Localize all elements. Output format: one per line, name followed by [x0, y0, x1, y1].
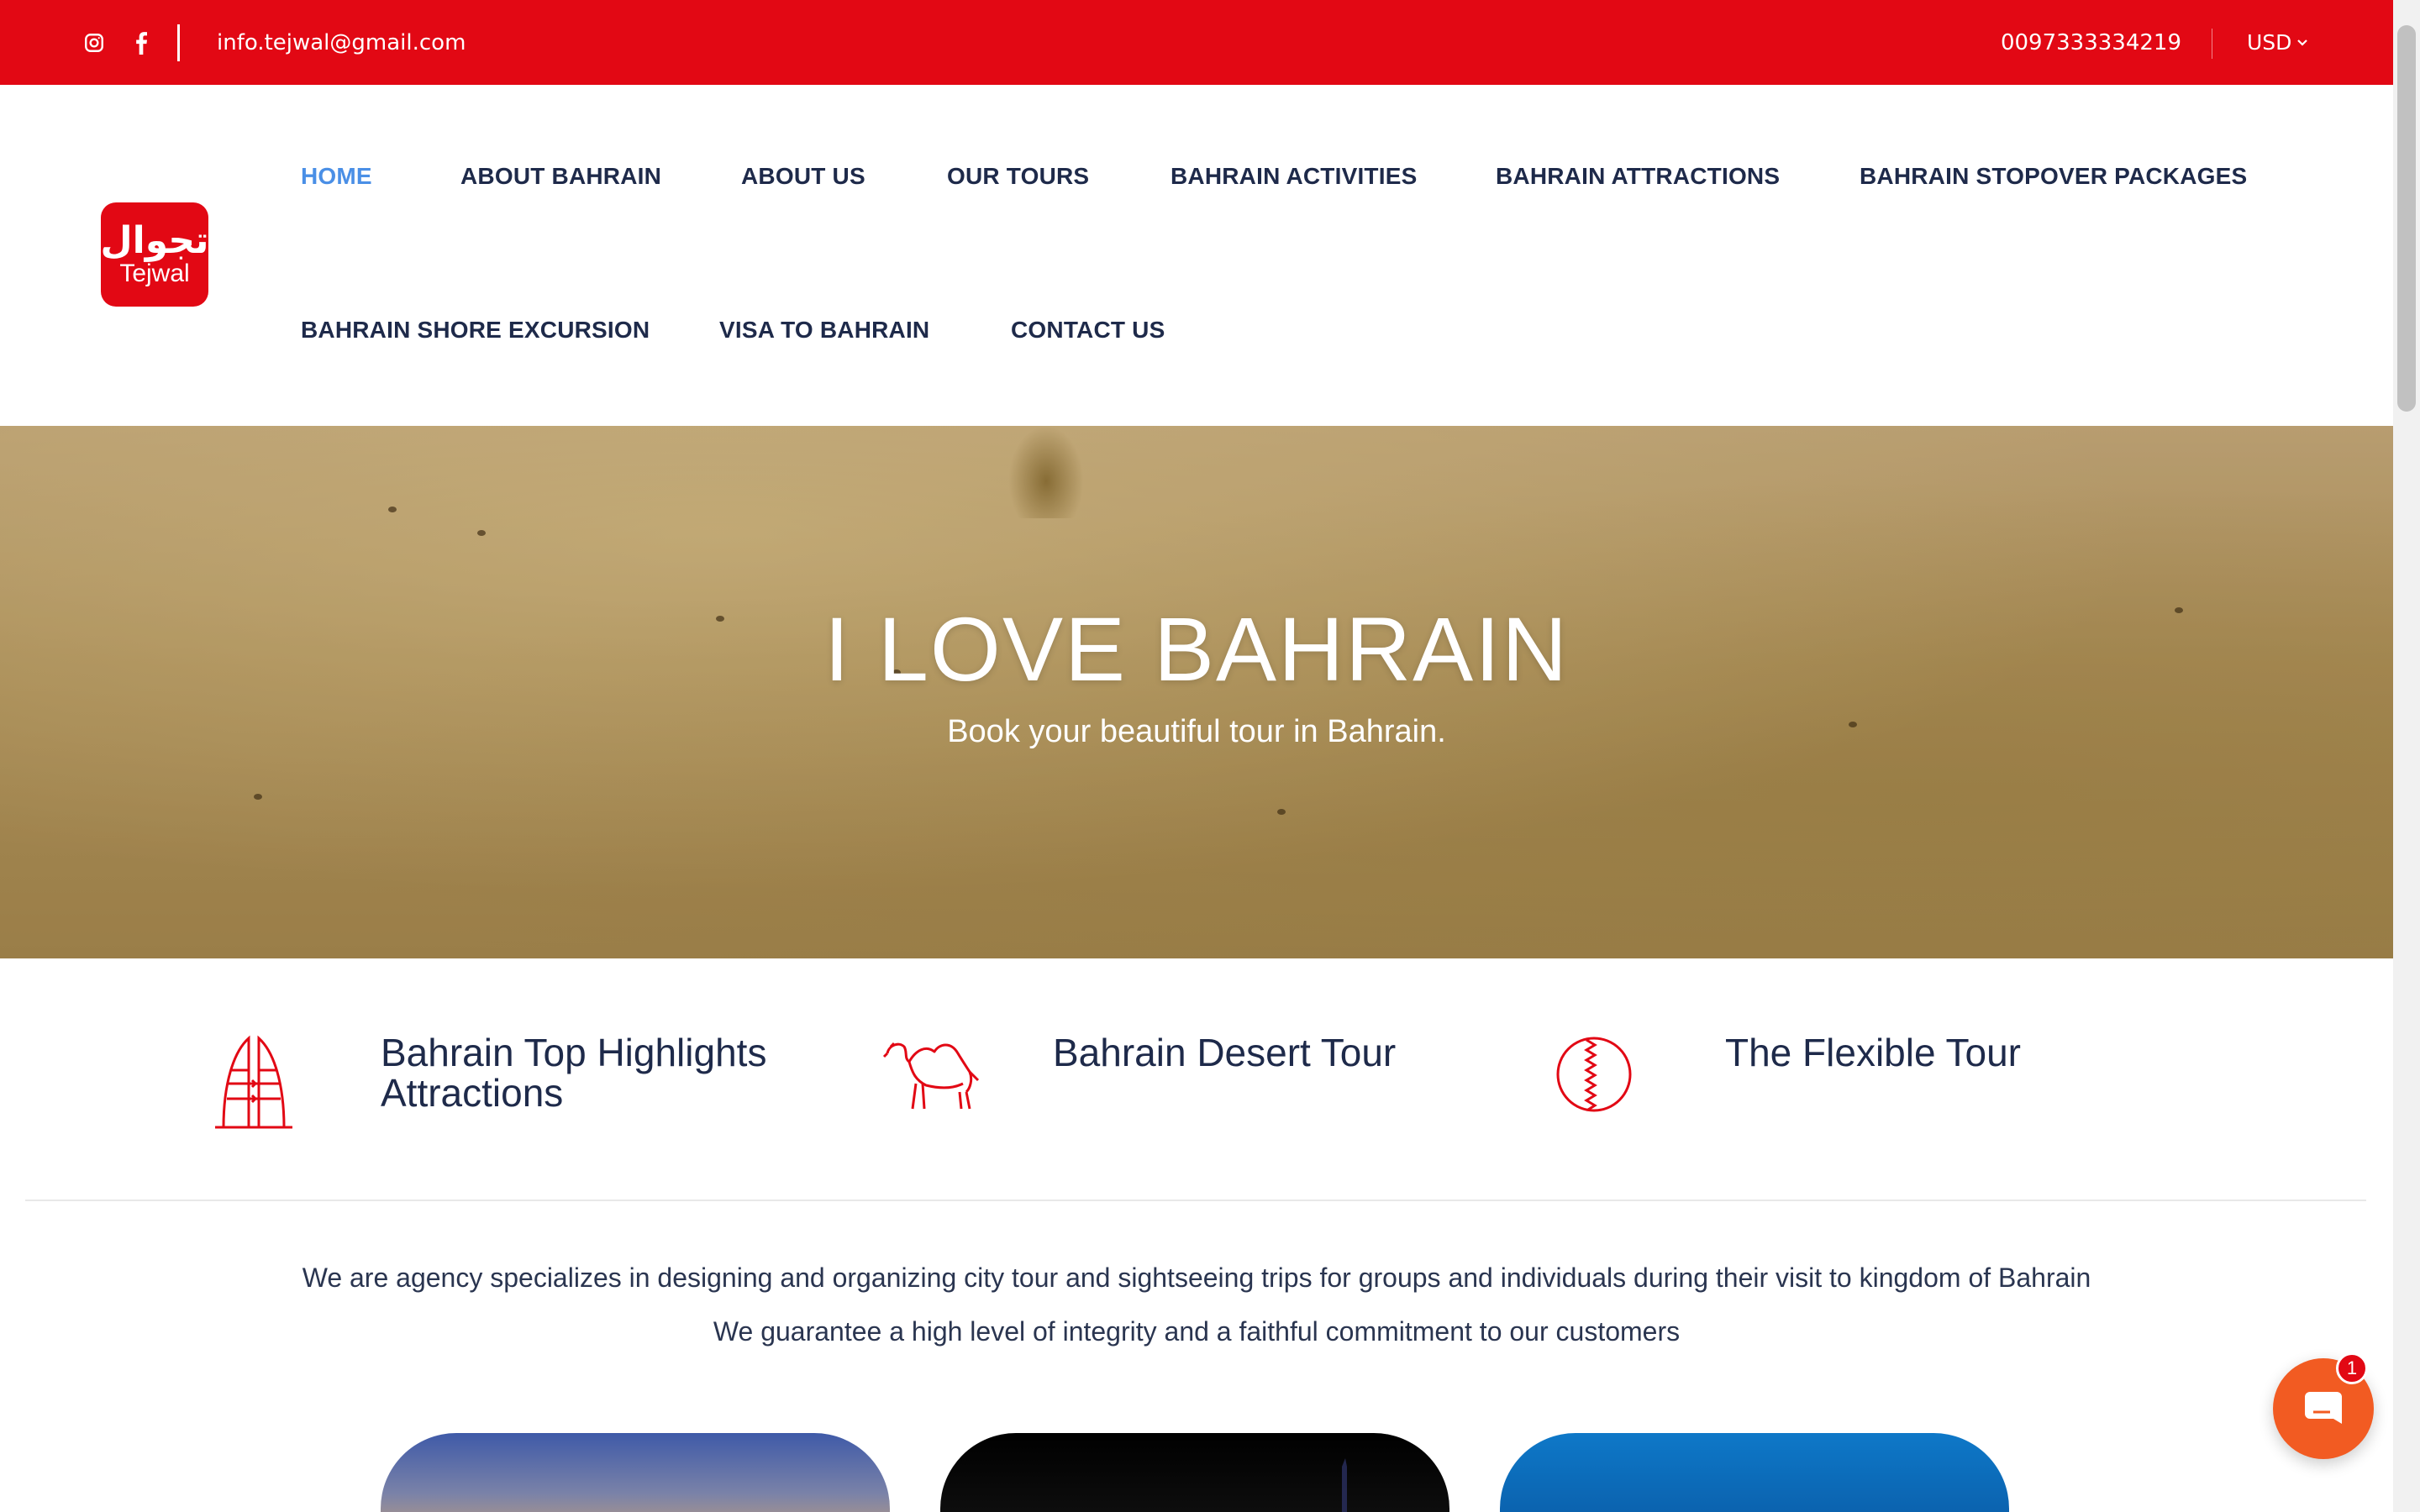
section-divider — [25, 1200, 2366, 1201]
feature-title-flexible-tour: The Flexible Tour — [1725, 1031, 2021, 1074]
page-scrollbar[interactable] — [2393, 0, 2420, 1512]
nav-bahrain-attractions[interactable]: BAHRAIN ATTRACTIONS — [1496, 162, 1780, 191]
currency-label: USD — [2247, 30, 2292, 55]
intro-line-2: We guarantee a high level of integrity a… — [713, 1316, 1681, 1347]
nav-home[interactable]: HOME — [301, 162, 372, 191]
intro-line-1: We are agency specializes in designing a… — [302, 1263, 2091, 1293]
nav-our-tours[interactable]: OUR TOURS — [947, 162, 1089, 191]
instagram-icon[interactable] — [77, 26, 111, 60]
hero-title: I LOVE BAHRAIN — [823, 598, 1570, 700]
hero-banner: I LOVE BAHRAIN Book your beautiful tour … — [0, 426, 2393, 958]
hero-subtitle: Book your beautiful tour in Bahrain. — [947, 714, 1446, 749]
nav-visa-to-bahrain[interactable]: VISA TO BAHRAIN — [719, 316, 929, 344]
camel-icon — [882, 1033, 986, 1116]
currency-selector[interactable]: USD — [2247, 27, 2308, 59]
logo-latin-text: Tejwal — [119, 260, 190, 287]
tour-card-image[interactable] — [381, 1433, 890, 1512]
feature-title-highlights: Bahrain Top Highlights Attractions — [381, 1031, 767, 1115]
bahrain-tower-icon — [212, 1033, 296, 1136]
logo-arabic-text: تجوال — [100, 219, 209, 262]
facebook-icon[interactable] — [124, 26, 158, 60]
topbar-divider — [177, 24, 180, 61]
email-link[interactable]: info.tejwal@gmail.com — [217, 27, 466, 59]
nav-about-us[interactable]: ABOUT US — [741, 162, 865, 191]
tejwal-logo[interactable]: تجوال Tejwal — [100, 202, 209, 307]
nav-bahrain-shore-excursion[interactable]: BAHRAIN SHORE EXCURSION — [301, 316, 650, 344]
nav-contact-us[interactable]: CONTACT US — [1011, 316, 1165, 344]
bahrain-flag-circle-icon — [1555, 1035, 1634, 1117]
nav-about-bahrain[interactable]: ABOUT BAHRAIN — [460, 162, 661, 191]
tour-card-image[interactable] — [1500, 1433, 2009, 1512]
nav-bahrain-activities[interactable]: BAHRAIN ACTIVITIES — [1171, 162, 1417, 191]
phone-link[interactable]: 0097333334219 — [2001, 27, 2181, 59]
tower-silhouette-graphic — [1342, 1458, 1347, 1512]
site-header: تجوال Tejwal HOME ABOUT BAHRAIN ABOUT US… — [0, 85, 2393, 426]
scrollbar-thumb[interactable] — [2397, 25, 2416, 412]
chevron-down-icon — [2297, 39, 2308, 46]
nav-bahrain-stopover-packages[interactable]: BAHRAIN STOPOVER PACKAGES — [1860, 162, 2247, 191]
feature-title-desert-tour: Bahrain Desert Tour — [1053, 1031, 1397, 1074]
tour-card-image[interactable] — [940, 1433, 1449, 1512]
top-bar: info.tejwal@gmail.com 0097333334219 USD — [0, 0, 2393, 85]
chat-notification-badge: 1 — [2336, 1352, 2368, 1384]
chat-icon — [2305, 1392, 2342, 1424]
